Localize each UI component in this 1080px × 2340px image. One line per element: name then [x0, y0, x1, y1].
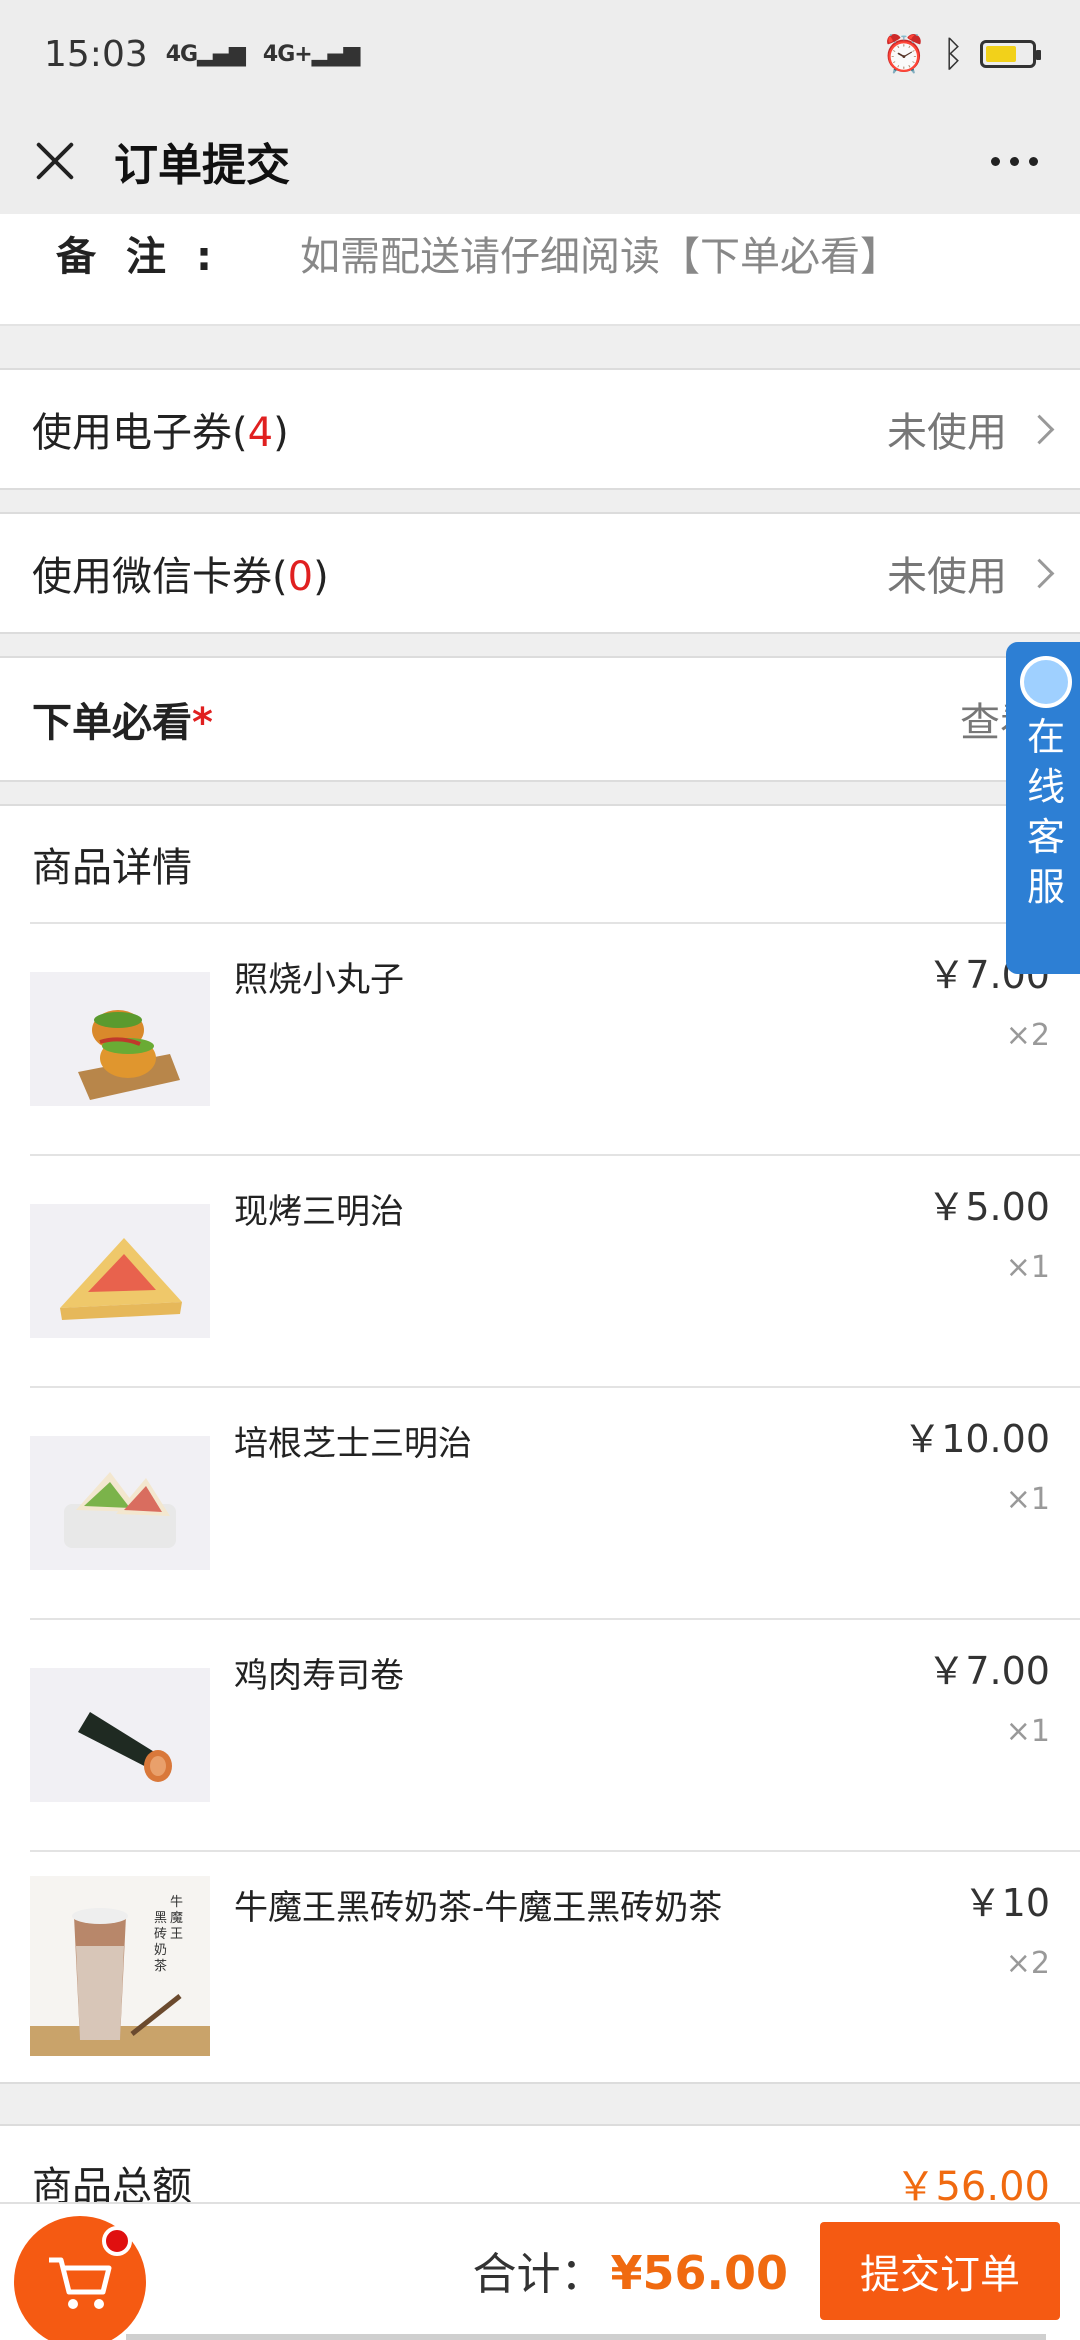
close-icon[interactable] [32, 138, 78, 184]
e-coupon-label: 使用电子券(4) [32, 410, 289, 456]
e-coupon-count: 4 [247, 410, 274, 456]
signal-icon: 4G▂▄▆ [165, 41, 246, 67]
headset-icon [1020, 656, 1072, 708]
product-item[interactable]: 鸡肉寿司卷 ￥7.00 ×1 [0, 1618, 1080, 1850]
section-gap [0, 326, 1080, 370]
status-bar: 15:03 4G▂▄▆ 4G+▂▄▆ ⏰ ᛒ [0, 0, 1080, 108]
product-item[interactable]: 现烤三明治 ￥5.00 ×1 [0, 1154, 1080, 1386]
goods-total-row: 商品总额 ￥56.00 [0, 2124, 1080, 2206]
wechat-coupon-row[interactable]: 使用微信卡券(0) 未使用 [0, 514, 1080, 634]
products-heading: 商品详情 [0, 806, 1080, 922]
svg-text:奶: 奶 [154, 1943, 167, 1958]
status-left: 15:03 4G▂▄▆ 4G+▂▄▆ [44, 33, 361, 75]
online-service-label: 在线客服 [1026, 715, 1065, 909]
home-indicator [126, 2334, 1046, 2340]
status-right: ⏰ ᛒ [881, 33, 1041, 75]
signal-icon-2: 4G+▂▄▆ [262, 41, 361, 67]
e-coupon-row[interactable]: 使用电子券(4) 未使用 [0, 370, 1080, 490]
sum-amount: ¥56.00 [610, 2246, 788, 2300]
svg-text:牛: 牛 [170, 1895, 183, 1910]
content-area: 备注: 如需配送请仔细阅读【下单必看】 使用电子券(4) 未使用 使用微信卡券(… [0, 214, 1080, 2206]
section-gap [0, 490, 1080, 514]
product-qty: ×2 [1005, 1018, 1050, 1053]
cart-button[interactable] [14, 2216, 146, 2340]
product-name: 照烧小丸子 [234, 960, 404, 1000]
product-image [30, 972, 210, 1106]
product-qty: ×1 [1005, 1250, 1050, 1285]
product-item[interactable]: 照烧小丸子 ￥7.00 ×2 [0, 922, 1080, 1154]
remark-label: 备注: [56, 234, 242, 280]
product-price: ￥7.00 [927, 1649, 1050, 1693]
remark-row[interactable]: 备注: 如需配送请仔细阅读【下单必看】 [0, 214, 1080, 326]
cart-icon [49, 2257, 112, 2309]
svg-text:砖: 砖 [154, 1927, 167, 1942]
product-name: 牛魔王黑砖奶茶-牛魔王黑砖奶茶 [234, 1888, 723, 1928]
must-read-row[interactable]: 下单必看* 查看 [0, 658, 1080, 782]
wechat-coupon-label: 使用微信卡券(0) [32, 554, 329, 600]
bottom-bar: 合计： ¥56.00 提交订单 [0, 2202, 1080, 2340]
product-item[interactable]: 牛 魔 王 黑 砖 奶 茶 牛魔王黑砖奶茶-牛魔王黑砖奶茶 ￥10 ×2 [0, 1850, 1080, 2082]
chevron-right-icon [1024, 558, 1055, 588]
product-image: 牛 魔 王 黑 砖 奶 茶 [30, 1876, 210, 2056]
product-item[interactable]: 培根芝士三明治 ￥10.00 ×1 [0, 1386, 1080, 1618]
product-qty: ×1 [1005, 1714, 1050, 1749]
product-name: 鸡肉寿司卷 [234, 1656, 404, 1696]
section-gap [0, 634, 1080, 658]
product-name: 现烤三明治 [234, 1192, 404, 1232]
product-price: ￥10.00 [903, 1417, 1050, 1461]
section-gap [0, 782, 1080, 806]
goods-total-value: ￥56.00 [895, 2164, 1050, 2206]
more-icon[interactable] [981, 147, 1048, 176]
order-submit-page: 15:03 4G▂▄▆ 4G+▂▄▆ ⏰ ᛒ 订单提交 备注: 如需配送请仔细阅… [0, 0, 1080, 2340]
signal-label: 4G [165, 41, 198, 67]
sum-label: 合计： [472, 2249, 605, 2300]
required-star: * [192, 700, 213, 746]
alarm-icon: ⏰ [881, 34, 927, 75]
signal-label-2: 4G+ [262, 41, 313, 67]
svg-text:黑: 黑 [154, 1911, 167, 1926]
product-name: 培根芝士三明治 [234, 1424, 472, 1464]
submit-order-button[interactable]: 提交订单 [820, 2222, 1060, 2320]
product-image [30, 1436, 210, 1570]
product-price: ￥10 [963, 1881, 1050, 1925]
cart-badge [102, 2226, 132, 2256]
battery-fill [986, 46, 1016, 62]
svg-text:魔: 魔 [170, 1911, 183, 1926]
product-qty: ×1 [1005, 1482, 1050, 1517]
product-price: ￥5.00 [927, 1185, 1050, 1229]
goods-total-label: 商品总额 [32, 2164, 192, 2206]
svg-text:王: 王 [170, 1927, 183, 1942]
svg-text:茶: 茶 [154, 1958, 167, 1974]
title-bar: 订单提交 [0, 108, 1080, 214]
product-image [30, 1204, 210, 1338]
bluetooth-icon: ᛒ [942, 33, 964, 75]
wechat-coupon-count: 0 [287, 554, 314, 600]
product-qty: ×2 [1005, 1946, 1050, 1981]
chevron-right-icon [1024, 414, 1055, 444]
page-title: 订单提交 [114, 140, 290, 191]
status-time: 15:03 [44, 33, 148, 75]
product-image [30, 1668, 210, 1802]
battery-icon [980, 40, 1041, 68]
order-sum: 合计： ¥56.00 [472, 2238, 788, 2302]
must-read-label: 下单必看* [32, 700, 213, 746]
wechat-coupon-status: 未使用 [887, 544, 1060, 602]
remark-value: 如需配送请仔细阅读【下单必看】 [300, 234, 900, 280]
online-service-button[interactable]: 在线客服 [1006, 642, 1080, 974]
e-coupon-status: 未使用 [887, 400, 1060, 458]
